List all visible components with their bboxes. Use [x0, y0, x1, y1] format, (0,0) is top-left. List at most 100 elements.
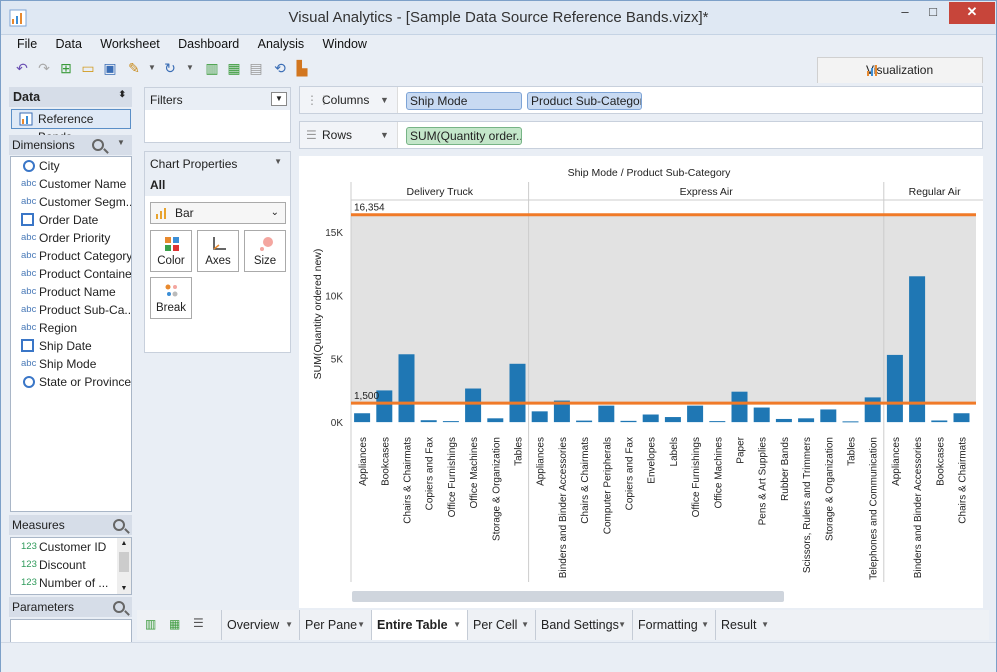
- pane-header: Regular Air: [909, 186, 961, 198]
- chart-properties-dropdown-icon[interactable]: ▼: [274, 157, 282, 166]
- search-measures-icon[interactable]: [113, 519, 125, 531]
- sheet-tab[interactable]: Per Cell ▼: [467, 610, 535, 640]
- menu-file[interactable]: File: [17, 37, 37, 51]
- duplicate-chart-icon[interactable]: ▦: [225, 59, 243, 77]
- refresh-icon[interactable]: ↻: [161, 59, 179, 77]
- clear-dropdown-icon[interactable]: ▼: [143, 59, 161, 77]
- sheet-tab-label: Formatting: [638, 618, 698, 632]
- mark-type-select[interactable]: Bar ⌄: [150, 202, 286, 224]
- dimension-label: Customer Segm...: [39, 195, 131, 209]
- sheet-tab[interactable]: Band Settings ▼: [535, 610, 632, 640]
- sheet-tab[interactable]: Entire Table ▼: [371, 610, 467, 640]
- filters-label: Filters: [150, 93, 183, 107]
- refresh-dropdown-icon[interactable]: ▼: [181, 59, 199, 77]
- dimension-item[interactable]: State or Province: [11, 373, 131, 391]
- size-button[interactable]: Size: [244, 230, 286, 272]
- sheet-tab-label: Result: [721, 618, 757, 632]
- chart-area: Ship Mode / Product Sub-Category SUM(Quan…: [299, 156, 983, 608]
- search-dimensions-icon[interactable]: [92, 139, 104, 151]
- dimension-item[interactable]: abc Product Category: [11, 247, 131, 265]
- columns-pill-product-subcategory[interactable]: Product Sub-Category: [527, 92, 642, 110]
- dimension-label: Ship Date: [39, 339, 92, 353]
- search-parameters-icon[interactable]: [113, 601, 125, 613]
- x-tick-label: Binders and Binder Accessories: [913, 437, 924, 578]
- menu-window[interactable]: Window: [323, 37, 367, 51]
- redo-icon[interactable]: ↷: [35, 59, 53, 77]
- add-worksheet-icon[interactable]: ▥: [145, 617, 156, 631]
- sheet-tab[interactable]: Result ▼: [715, 610, 775, 640]
- sheet-tab[interactable]: Per Pane ▼: [299, 610, 371, 640]
- save-icon[interactable]: ▣: [101, 59, 119, 77]
- bar: [487, 418, 504, 423]
- sheet-tab-dropdown-icon[interactable]: ▼: [761, 610, 769, 640]
- columns-shelf-label[interactable]: ⋮⋮ Columns ▼: [300, 87, 398, 113]
- add-dashboard-icon[interactable]: ▦: [169, 617, 180, 631]
- minimize-button[interactable]: –: [891, 2, 919, 24]
- dimension-item[interactable]: abc Ship Mode: [11, 355, 131, 373]
- sheet-tab-dropdown-icon[interactable]: ▼: [521, 610, 529, 640]
- bar: [842, 421, 859, 423]
- dimension-item[interactable]: abc Product Name: [11, 283, 131, 301]
- chart-properties-scope[interactable]: All: [145, 174, 290, 196]
- add-chart-icon[interactable]: ▥: [203, 59, 221, 77]
- new-sheet-icon[interactable]: ⊞: [57, 59, 75, 77]
- menu-dashboard[interactable]: Dashboard: [178, 37, 239, 51]
- bar: [931, 420, 948, 423]
- x-tick-label: Binders and Binder Accessories: [558, 437, 569, 578]
- filters-dropdown-icon[interactable]: ▼: [271, 92, 287, 106]
- dimension-item[interactable]: abc Customer Segm...: [11, 193, 131, 211]
- columns-pill-ship-mode[interactable]: Ship Mode: [406, 92, 522, 110]
- sheet-tab-label: Overview: [227, 618, 280, 632]
- dimension-item[interactable]: Ship Date: [11, 337, 131, 355]
- sheet-tab-dropdown-icon[interactable]: ▼: [618, 610, 626, 640]
- rows-dropdown-icon[interactable]: ▼: [380, 122, 389, 148]
- measure-item[interactable]: 123 Discount: [11, 556, 131, 574]
- close-button[interactable]: ✕: [949, 2, 995, 24]
- undo-icon[interactable]: ↶: [13, 59, 31, 77]
- measure-item[interactable]: 123 Customer ID: [11, 538, 131, 556]
- sheet-tab-dropdown-icon[interactable]: ▼: [285, 610, 293, 640]
- dimension-item[interactable]: abc Product Container: [11, 265, 131, 283]
- menu-data[interactable]: Data: [56, 37, 82, 51]
- rows-shelf-label[interactable]: ☰ Rows ▼: [300, 122, 398, 148]
- x-tick-label: Appliances: [358, 437, 369, 486]
- menu-analysis[interactable]: Analysis: [258, 37, 305, 51]
- bar: [576, 420, 593, 423]
- tab-list-icon[interactable]: ☰: [193, 616, 204, 630]
- chart-type-icon[interactable]: ▤: [247, 59, 265, 77]
- sheet-tab-dropdown-icon[interactable]: ▼: [453, 610, 461, 640]
- rows-pill-quantity[interactable]: SUM(Quantity order...: [406, 127, 522, 145]
- dimensions-menu-icon[interactable]: ▼: [117, 138, 125, 147]
- bar: [420, 420, 437, 423]
- dimension-item[interactable]: abc Region: [11, 319, 131, 337]
- sort-icon[interactable]: ▙: [293, 59, 311, 77]
- open-folder-icon[interactable]: ▭: [79, 59, 97, 77]
- measure-item[interactable]: 123 Number of ...: [11, 574, 131, 592]
- menu-worksheet[interactable]: Worksheet: [100, 37, 160, 51]
- clear-sheet-icon[interactable]: ✎: [125, 59, 143, 77]
- maximize-button[interactable]: □: [919, 2, 947, 24]
- sheet-tab-dropdown-icon[interactable]: ▼: [357, 610, 365, 640]
- dimension-item[interactable]: abc Order Priority: [11, 229, 131, 247]
- y-tick-label: 10K: [325, 291, 343, 302]
- break-button[interactable]: Break: [150, 277, 192, 319]
- sheet-tab[interactable]: Overview ▼: [221, 610, 299, 640]
- sheet-tab-dropdown-icon[interactable]: ▼: [701, 610, 709, 640]
- sheet-tab[interactable]: Formatting ▼: [632, 610, 715, 640]
- dimension-item[interactable]: City: [11, 157, 131, 175]
- chart-properties-panel: Chart Properties ▼ All Bar ⌄ Color Axes …: [144, 151, 291, 353]
- columns-dropdown-icon[interactable]: ▼: [380, 87, 389, 113]
- bar: [531, 411, 548, 423]
- datasource-button[interactable]: Reference Bands: [11, 109, 131, 144]
- color-button[interactable]: Color: [150, 230, 192, 272]
- dimension-label: Ship Mode: [39, 357, 97, 371]
- reference-band: [351, 214, 976, 404]
- data-panel-toggle-icon[interactable]: ⬍: [118, 89, 126, 100]
- data-panel-title: Data: [13, 90, 41, 104]
- tab-visualization[interactable]: Visualization: [817, 57, 983, 83]
- dimension-item[interactable]: Order Date: [11, 211, 131, 229]
- axes-button[interactable]: Axes: [197, 230, 239, 272]
- dimension-item[interactable]: abc Customer Name: [11, 175, 131, 193]
- rotate-icon[interactable]: ⟲: [271, 59, 289, 77]
- dimension-item[interactable]: abc Product Sub-Ca...: [11, 301, 131, 319]
